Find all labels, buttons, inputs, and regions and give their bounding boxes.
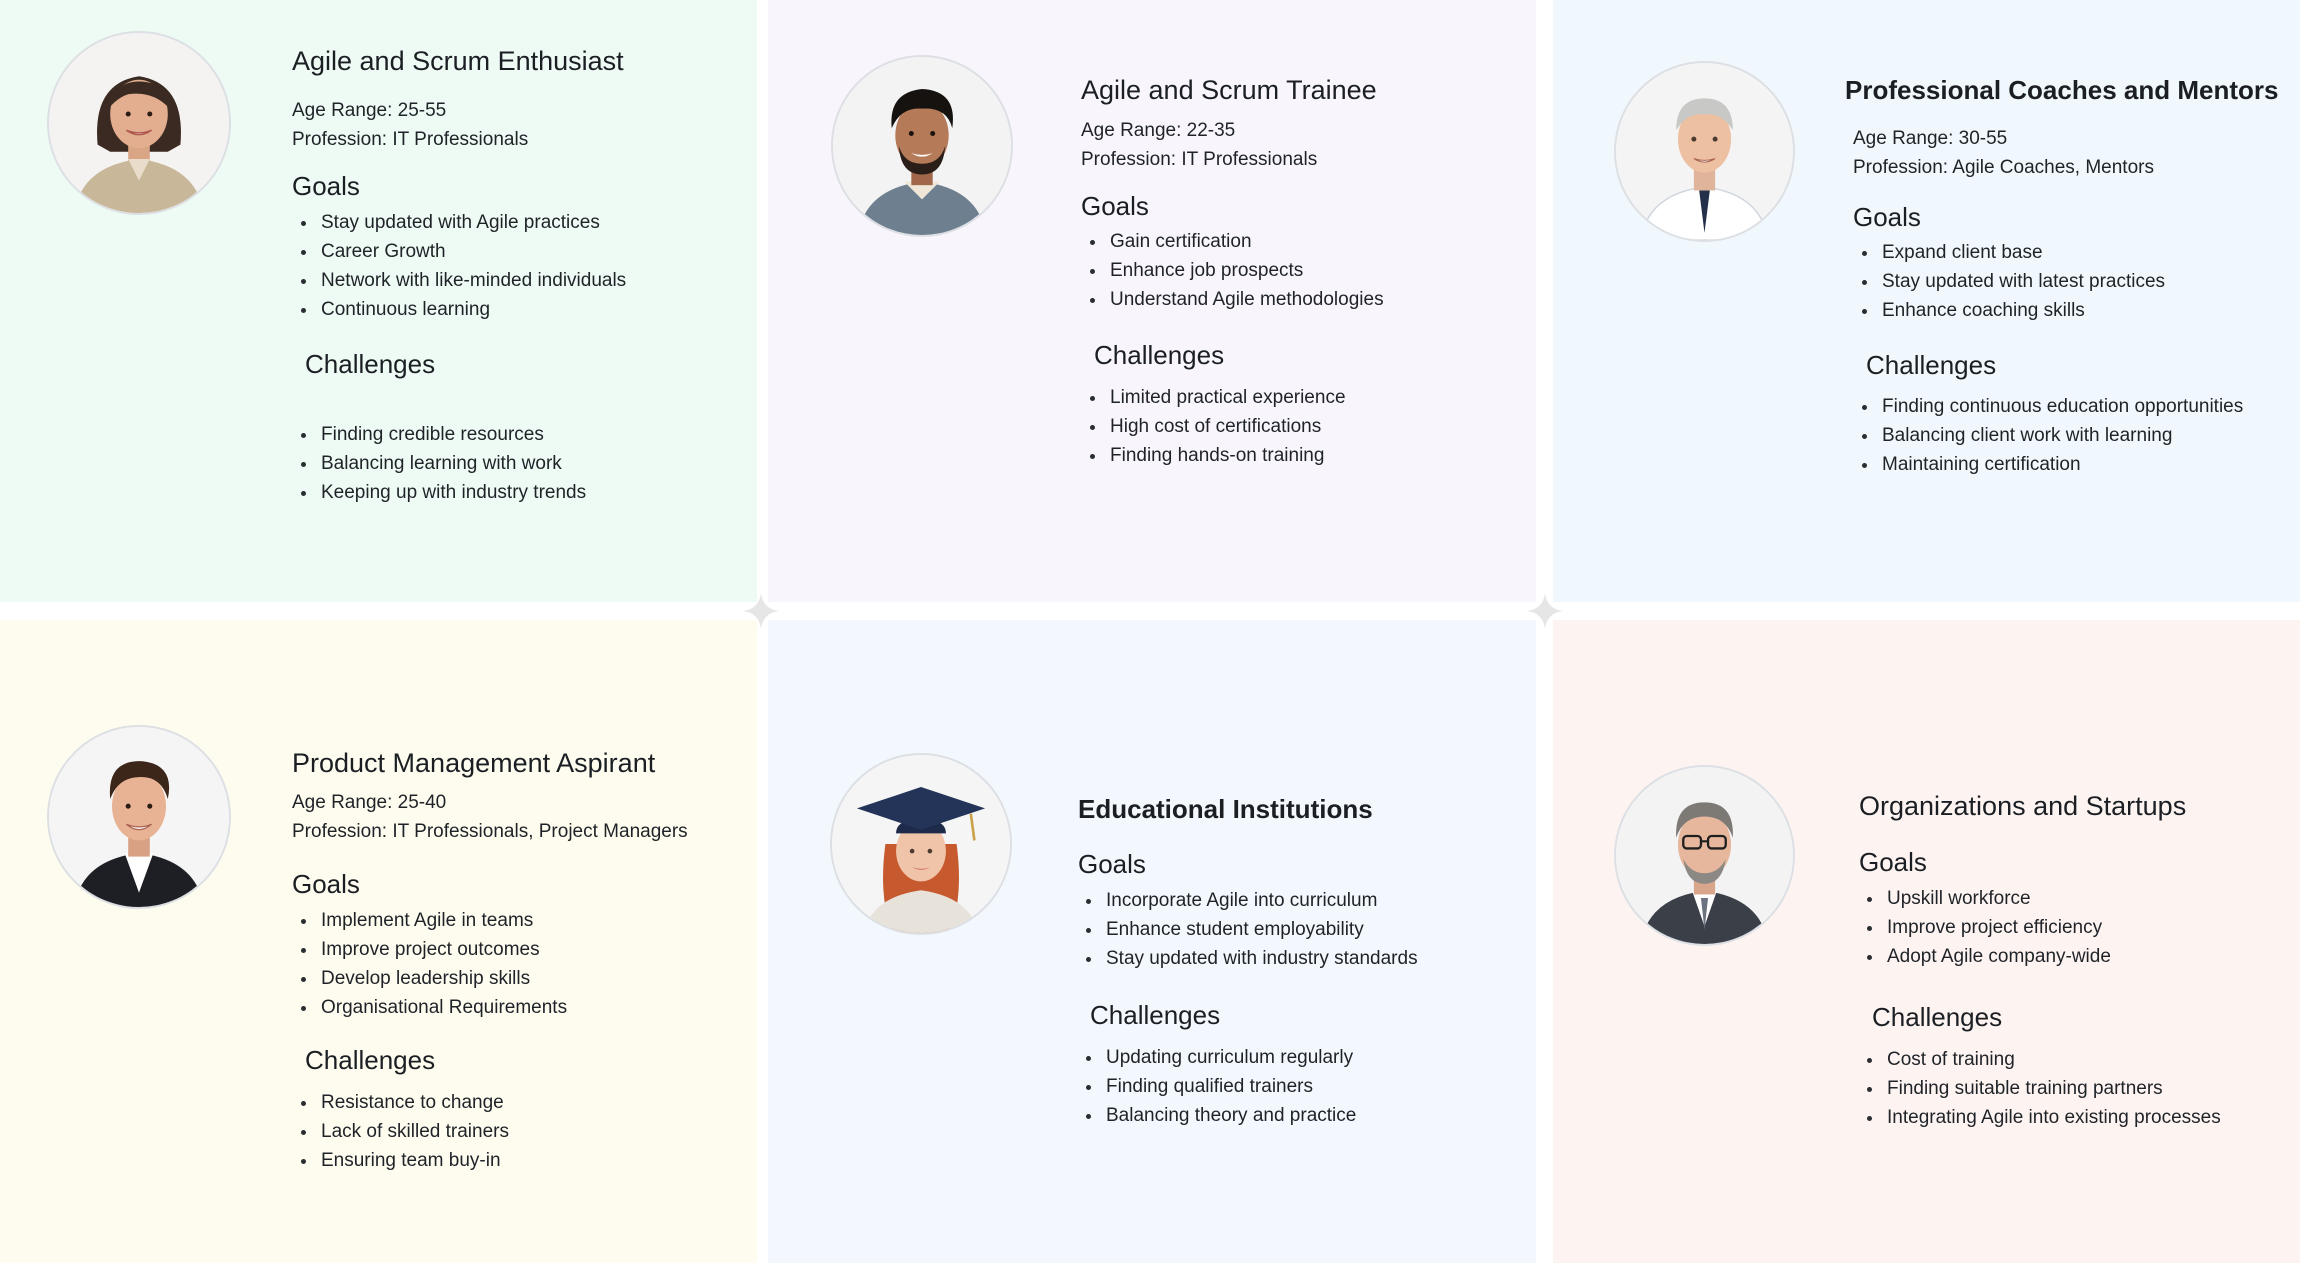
list-item: Continuous learning bbox=[292, 295, 626, 324]
list-item: Finding continuous education opportuniti… bbox=[1853, 392, 2243, 421]
list-item: Improve project outcomes bbox=[292, 935, 567, 964]
list-item: Balancing client work with learning bbox=[1853, 421, 2243, 450]
list-item: Implement Agile in teams bbox=[292, 906, 567, 935]
persona-card-product-aspirant: Product Management Aspirant Age Range: 2… bbox=[0, 620, 757, 1263]
persona-card-educational: Educational Institutions Goals Incorpora… bbox=[768, 620, 1536, 1263]
age-range: Age Range: 25-40 bbox=[292, 792, 447, 813]
persona-title: Agile and Scrum Enthusiast bbox=[292, 46, 624, 76]
sparkle-icon bbox=[1527, 593, 1563, 629]
persona-card-organizations: Organizations and Startups Goals Upskill… bbox=[1553, 620, 2300, 1263]
list-item: Enhance job prospects bbox=[1081, 256, 1384, 285]
profession: Profession: IT Professionals bbox=[292, 129, 529, 150]
list-item: Balancing learning with work bbox=[292, 449, 586, 478]
goals-list: Gain certification Enhance job prospects… bbox=[1081, 227, 1384, 314]
man-in-suit-portrait-icon bbox=[47, 725, 231, 909]
persona-title: Agile and Scrum Trainee bbox=[1081, 75, 1377, 105]
goals-list: Stay updated with Agile practices Career… bbox=[292, 208, 626, 324]
list-item: Stay updated with Agile practices bbox=[292, 208, 626, 237]
graduate-portrait-icon bbox=[830, 753, 1012, 935]
list-item: Network with like-minded individuals bbox=[292, 266, 626, 295]
list-item: Career Growth bbox=[292, 237, 626, 266]
persona-card-coaches: Professional Coaches and Mentors Age Ran… bbox=[1553, 0, 2300, 602]
list-item: Stay updated with latest practices bbox=[1853, 267, 2165, 296]
woman-portrait-icon bbox=[47, 31, 231, 215]
challenges-list: Cost of training Finding suitable traini… bbox=[1858, 1045, 2221, 1132]
list-item: Finding qualified trainers bbox=[1077, 1072, 1356, 1101]
persona-title: Educational Institutions bbox=[1078, 794, 1373, 824]
list-item: Updating curriculum regularly bbox=[1077, 1043, 1356, 1072]
challenges-list: Finding credible resources Balancing lea… bbox=[292, 420, 586, 507]
list-item: Adopt Agile company-wide bbox=[1858, 942, 2111, 971]
age-range: Age Range: 22-35 bbox=[1081, 120, 1236, 141]
list-item: High cost of certifications bbox=[1081, 412, 1346, 441]
list-item: Lack of skilled trainers bbox=[292, 1117, 509, 1146]
list-item: Stay updated with industry standards bbox=[1077, 944, 1418, 973]
goals-list: Incorporate Agile into curriculum Enhanc… bbox=[1077, 886, 1418, 973]
list-item: Enhance coaching skills bbox=[1853, 296, 2165, 325]
list-item: Organisational Requirements bbox=[292, 993, 567, 1022]
challenges-heading: Challenges bbox=[1094, 340, 1225, 370]
list-item: Cost of training bbox=[1858, 1045, 2221, 1074]
list-item: Upskill workforce bbox=[1858, 884, 2111, 913]
goals-heading: Goals bbox=[1078, 849, 1146, 879]
challenges-list: Finding continuous education opportuniti… bbox=[1853, 392, 2243, 479]
goals-heading: Goals bbox=[1081, 191, 1149, 221]
challenges-list: Resistance to change Lack of skilled tra… bbox=[292, 1088, 509, 1175]
list-item: Improve project efficiency bbox=[1858, 913, 2111, 942]
challenges-heading: Challenges bbox=[305, 349, 436, 379]
list-item: Enhance student employability bbox=[1077, 915, 1418, 944]
goals-list: Implement Agile in teams Improve project… bbox=[292, 906, 567, 1022]
goals-heading: Goals bbox=[292, 171, 360, 201]
list-item: Understand Agile methodologies bbox=[1081, 285, 1384, 314]
age-range: Age Range: 25-55 bbox=[292, 100, 447, 121]
profession: Profession: IT Professionals bbox=[1081, 149, 1318, 170]
challenges-list: Limited practical experience High cost o… bbox=[1081, 383, 1346, 470]
profession: Profession: IT Professionals, Project Ma… bbox=[292, 821, 688, 842]
challenges-heading: Challenges bbox=[1866, 350, 1997, 380]
list-item: Finding credible resources bbox=[292, 420, 586, 449]
challenges-heading: Challenges bbox=[305, 1045, 436, 1075]
persona-card-enthusiast: Agile and Scrum Enthusiast Age Range: 25… bbox=[0, 0, 757, 602]
goals-list: Expand client base Stay updated with lat… bbox=[1853, 238, 2165, 325]
list-item: Expand client base bbox=[1853, 238, 2165, 267]
list-item: Keeping up with industry trends bbox=[292, 478, 586, 507]
challenges-list: Updating curriculum regularly Finding qu… bbox=[1077, 1043, 1356, 1130]
persona-title: Product Management Aspirant bbox=[292, 748, 656, 778]
senior-man-portrait-icon bbox=[1614, 61, 1795, 242]
sparkle-icon bbox=[743, 593, 779, 629]
list-item: Resistance to change bbox=[292, 1088, 509, 1117]
list-item: Balancing theory and practice bbox=[1077, 1101, 1356, 1130]
challenges-heading: Challenges bbox=[1872, 1002, 2003, 1032]
list-item: Ensuring team buy-in bbox=[292, 1146, 509, 1175]
list-item: Finding hands-on training bbox=[1081, 441, 1346, 470]
goals-heading: Goals bbox=[292, 869, 360, 899]
persona-title: Professional Coaches and Mentors bbox=[1845, 75, 2279, 105]
executive-portrait-icon bbox=[1614, 765, 1795, 946]
list-item: Gain certification bbox=[1081, 227, 1384, 256]
goals-list: Upskill workforce Improve project effici… bbox=[1858, 884, 2111, 971]
list-item: Finding suitable training partners bbox=[1858, 1074, 2221, 1103]
list-item: Integrating Agile into existing processe… bbox=[1858, 1103, 2221, 1132]
goals-heading: Goals bbox=[1853, 202, 1921, 232]
profession: Profession: Agile Coaches, Mentors bbox=[1853, 157, 2154, 178]
persona-card-trainee: Agile and Scrum Trainee Age Range: 22-35… bbox=[768, 0, 1536, 602]
young-man-portrait-icon bbox=[831, 55, 1013, 237]
goals-heading: Goals bbox=[1859, 847, 1927, 877]
challenges-heading: Challenges bbox=[1090, 1000, 1221, 1030]
list-item: Maintaining certification bbox=[1853, 450, 2243, 479]
age-range: Age Range: 30-55 bbox=[1853, 128, 2008, 149]
persona-title: Organizations and Startups bbox=[1859, 791, 2187, 821]
list-item: Incorporate Agile into curriculum bbox=[1077, 886, 1418, 915]
list-item: Limited practical experience bbox=[1081, 383, 1346, 412]
list-item: Develop leadership skills bbox=[292, 964, 567, 993]
